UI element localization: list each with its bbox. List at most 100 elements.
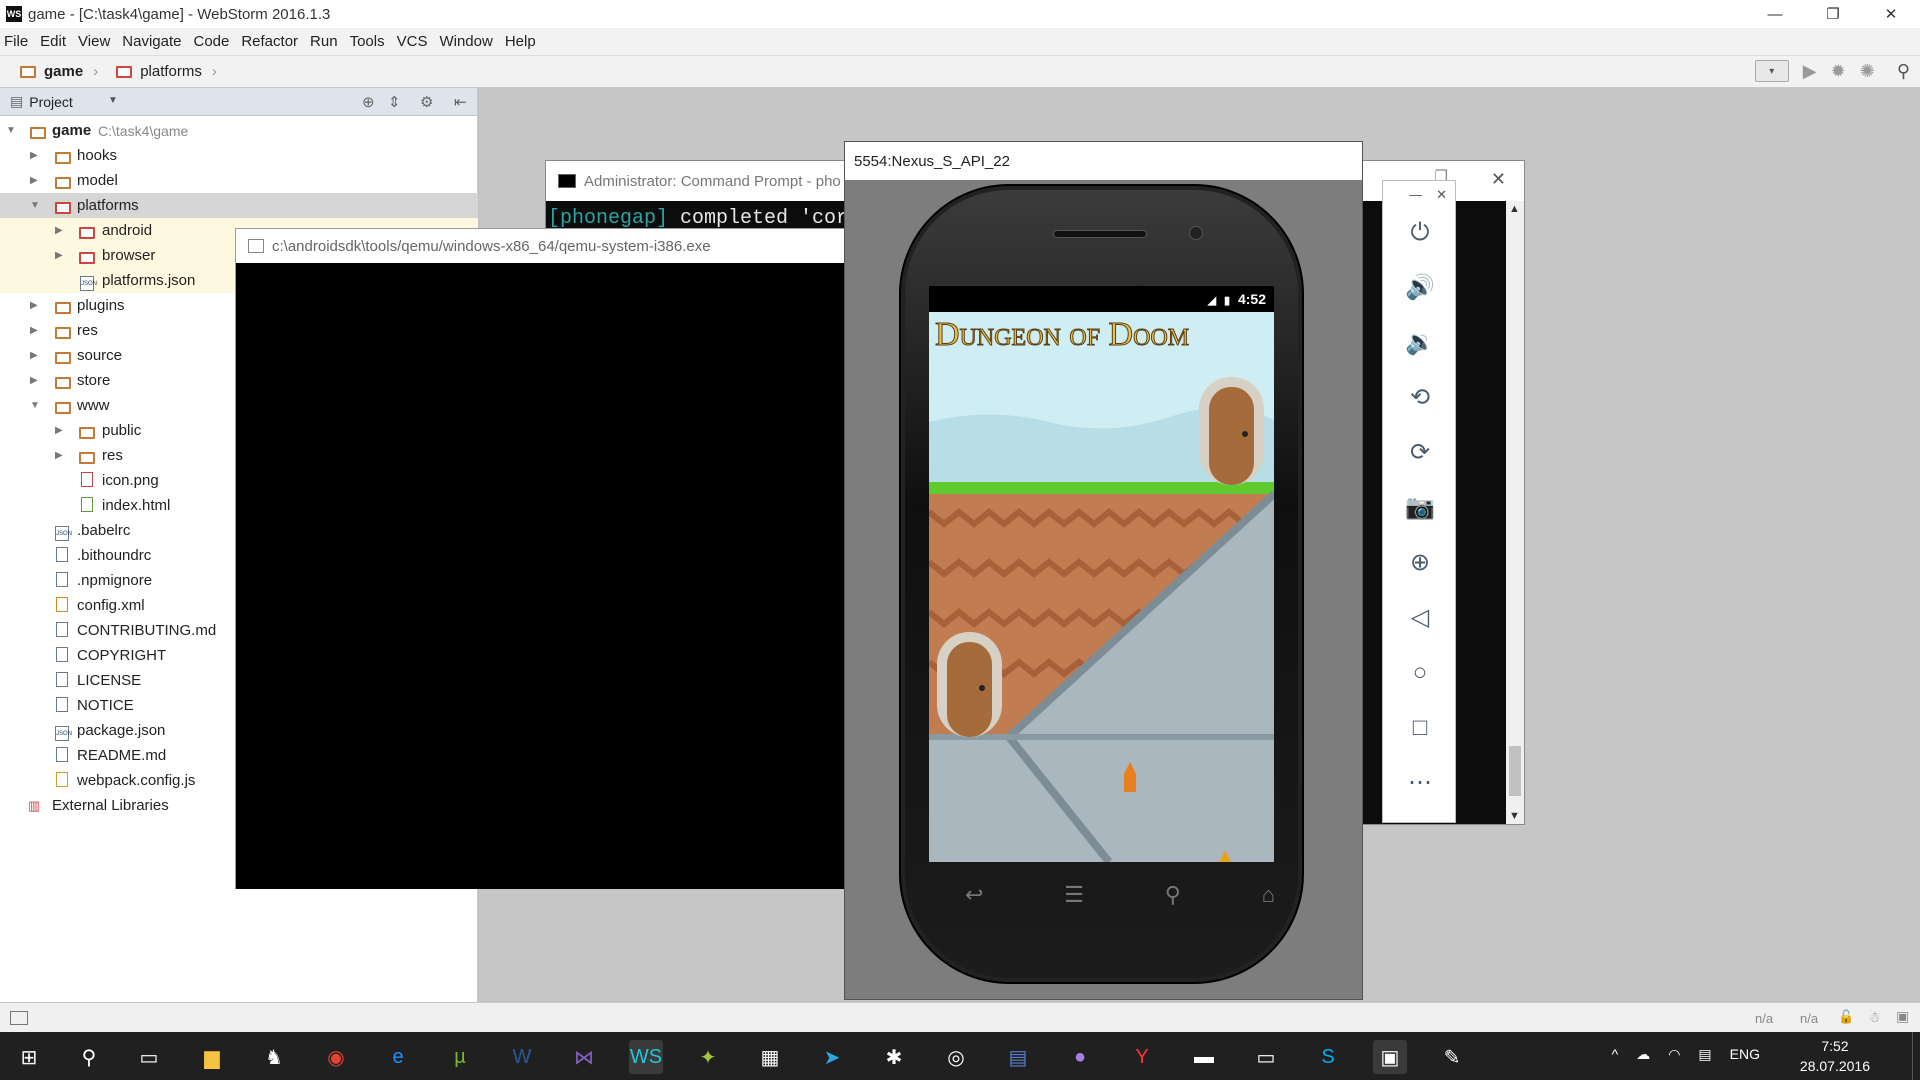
word-icon[interactable]: W xyxy=(505,1040,539,1074)
breadcrumb-root[interactable]: game xyxy=(12,63,83,80)
collapsed-arrow-icon[interactable]: ▶ xyxy=(30,175,38,186)
collapsed-arrow-icon[interactable]: ▶ xyxy=(30,150,38,161)
tree-item[interactable]: ▶ model xyxy=(0,168,478,193)
menu-view[interactable]: View xyxy=(78,33,110,50)
close-icon[interactable]: ✕ xyxy=(1436,187,1447,205)
qemu-window[interactable]: c:\androidsdk\tools/qemu/windows-x86_64/… xyxy=(235,228,845,889)
overview-icon[interactable]: □ xyxy=(1383,700,1457,755)
menu-file[interactable]: File xyxy=(4,33,28,50)
expanded-arrow-icon[interactable]: ▼ xyxy=(30,400,40,411)
menu-code[interactable]: Code xyxy=(193,33,229,50)
app-fox-icon[interactable]: ♞ xyxy=(257,1040,291,1074)
app-drive-icon[interactable]: ▬ xyxy=(1187,1040,1221,1074)
menu-tools[interactable]: Tools xyxy=(350,33,385,50)
inspector-icon[interactable]: ☃ xyxy=(1868,1009,1881,1026)
back-icon[interactable]: ↩ xyxy=(965,882,983,908)
scrollbar[interactable]: ▲ ▼ xyxy=(1506,201,1524,824)
rotate-left-icon[interactable]: ⟲ xyxy=(1383,370,1457,425)
qemu-titlebar[interactable]: c:\androidsdk\tools/qemu/windows-x86_64/… xyxy=(236,229,844,263)
github-icon[interactable]: ● xyxy=(1063,1040,1097,1074)
camera-icon[interactable]: 📷 xyxy=(1383,480,1457,535)
qemu-taskbar-icon[interactable]: ▣ xyxy=(1373,1040,1407,1074)
more-icon[interactable]: ⋯ xyxy=(1383,755,1457,810)
hide-panel-icon[interactable]: ⇤ xyxy=(454,93,467,111)
collapsed-arrow-icon[interactable]: ▶ xyxy=(30,350,38,361)
collapsed-arrow-icon[interactable]: ▶ xyxy=(30,300,38,311)
expanded-arrow-icon[interactable]: ▼ xyxy=(30,200,40,211)
notification-icon[interactable]: ▤ xyxy=(1698,1046,1711,1063)
search-icon[interactable]: ⚲ xyxy=(1897,61,1910,82)
scrollbar-thumb[interactable] xyxy=(1509,746,1521,796)
windows-start-icon[interactable]: ⊞ xyxy=(12,1040,46,1074)
clock[interactable]: 7:52 28.07.2016 xyxy=(1800,1036,1870,1076)
edge-icon[interactable]: e xyxy=(381,1040,415,1074)
menu-window[interactable]: Window xyxy=(439,33,492,50)
slack-icon[interactable]: ✱ xyxy=(877,1040,911,1074)
power-icon[interactable]: ⏻ xyxy=(1383,205,1457,260)
save-disk-icon[interactable]: ▤ xyxy=(1001,1040,1035,1074)
telegram-icon[interactable]: ➤ xyxy=(815,1040,849,1074)
emulator-titlebar[interactable]: 5554:Nexus_S_API_22 xyxy=(845,142,1362,180)
debug-icon[interactable]: ✹ xyxy=(1831,61,1846,82)
tree-root[interactable]: ▼ game C:\task4\game xyxy=(0,118,478,143)
event-log-icon[interactable]: ▣ xyxy=(1896,1008,1909,1025)
run-config-dropdown[interactable]: ▾ xyxy=(1754,60,1789,82)
menu-icon[interactable]: ☰ xyxy=(1064,882,1084,908)
task-view-icon[interactable]: ▭ xyxy=(132,1040,166,1074)
gear-icon[interactable]: ⚙ xyxy=(420,93,433,111)
run-icon[interactable]: ▶ xyxy=(1803,61,1817,82)
webstorm-icon[interactable]: WS xyxy=(629,1040,663,1074)
menu-refactor[interactable]: Refactor xyxy=(241,33,298,50)
console-icon[interactable]: ▭ xyxy=(1249,1040,1283,1074)
file-explorer-icon[interactable]: ▆ xyxy=(195,1040,229,1074)
close-icon[interactable]: ✕ xyxy=(1862,0,1920,28)
search-icon[interactable]: ⚲ xyxy=(72,1040,106,1074)
chevron-up-icon[interactable]: ▲ xyxy=(1509,203,1520,215)
network-icon[interactable]: ☁ xyxy=(1636,1046,1650,1063)
collapsed-arrow-icon[interactable]: ▶ xyxy=(55,250,63,261)
emulator-window[interactable]: 5554:Nexus_S_API_22 ◢ ▮ 4:52 Dungeon of … xyxy=(844,141,1363,1000)
home-icon[interactable]: ⌂ xyxy=(1262,882,1275,908)
chevron-up-icon[interactable]: ^ xyxy=(1612,1046,1619,1063)
tool-windows-icon[interactable] xyxy=(10,1011,28,1025)
collapsed-arrow-icon[interactable]: ▶ xyxy=(30,325,38,336)
locate-icon[interactable]: ⊕ xyxy=(362,93,375,111)
back-icon[interactable]: ◁ xyxy=(1383,590,1457,645)
menu-run[interactable]: Run xyxy=(310,33,338,50)
menu-navigate[interactable]: Navigate xyxy=(122,33,181,50)
collapse-icon[interactable]: ⇕ xyxy=(388,93,401,111)
game-canvas[interactable]: Dungeon of Doom xyxy=(929,312,1274,862)
menu-vcs[interactable]: VCS xyxy=(397,33,428,50)
menu-edit[interactable]: Edit xyxy=(40,33,66,50)
show-desktop-button[interactable] xyxy=(1912,1032,1920,1080)
android-studio-icon[interactable]: ✦ xyxy=(691,1040,725,1074)
wifi-icon[interactable]: ◠ xyxy=(1668,1046,1680,1063)
skype-icon[interactable]: S xyxy=(1311,1040,1345,1074)
tree-item-selected[interactable]: ▼ platforms xyxy=(0,193,478,218)
visual-studio-icon[interactable]: ⋈ xyxy=(567,1040,601,1074)
app-circle-icon[interactable]: ◎ xyxy=(939,1040,973,1074)
collapsed-arrow-icon[interactable]: ▶ xyxy=(55,450,63,461)
minimize-icon[interactable]: — xyxy=(1409,187,1422,205)
project-view-selector[interactable]: Project xyxy=(29,94,73,110)
menu-help[interactable]: Help xyxy=(505,33,536,50)
close-icon[interactable]: ✕ xyxy=(1491,169,1506,190)
tree-item[interactable]: ▶ hooks xyxy=(0,143,478,168)
collapsed-arrow-icon[interactable]: ▶ xyxy=(30,375,38,386)
search-icon[interactable]: ⚲ xyxy=(1165,882,1181,908)
coverage-icon[interactable]: ✺ xyxy=(1860,61,1875,82)
collapsed-arrow-icon[interactable]: ▶ xyxy=(55,225,63,236)
volume-down-icon[interactable]: 🔉 xyxy=(1383,315,1457,370)
language-indicator[interactable]: ENG xyxy=(1730,1046,1760,1063)
expanded-arrow-icon[interactable]: ▼ xyxy=(6,125,16,136)
paint-icon[interactable]: ✎ xyxy=(1435,1040,1469,1074)
rotate-right-icon[interactable]: ⟳ xyxy=(1383,425,1457,480)
zoom-icon[interactable]: ⊕ xyxy=(1383,535,1457,590)
utorrent-icon[interactable]: µ xyxy=(443,1040,477,1074)
yandex-icon[interactable]: Y xyxy=(1125,1040,1159,1074)
maximize-icon[interactable]: ❐ xyxy=(1804,0,1862,28)
breadcrumb-child[interactable]: platforms xyxy=(108,63,202,80)
chevron-down-icon[interactable]: ▼ xyxy=(1509,810,1520,822)
volume-up-icon[interactable]: 🔊 xyxy=(1383,260,1457,315)
lock-icon[interactable]: 🔓 xyxy=(1838,1009,1854,1025)
